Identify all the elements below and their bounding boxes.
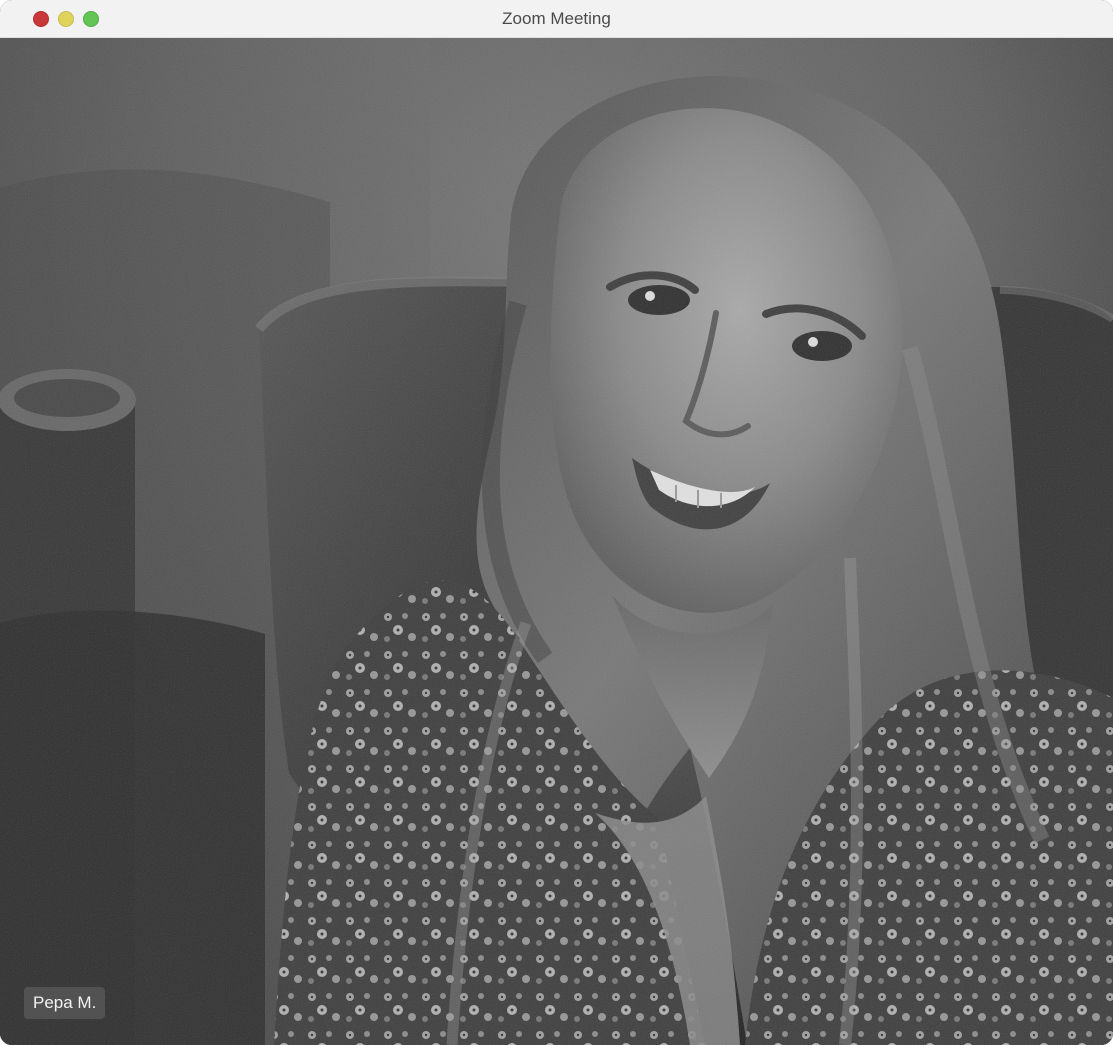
participant-video-feed: Pepa M. <box>0 38 1113 1045</box>
title-bar[interactable]: Zoom Meeting <box>0 0 1113 38</box>
participant-video-image <box>0 38 1113 1045</box>
zoom-meeting-window: Zoom Meeting Pepa M. <box>0 0 1113 1045</box>
window-title: Zoom Meeting <box>502 9 611 28</box>
participant-name-label: Pepa M. <box>24 987 106 1019</box>
